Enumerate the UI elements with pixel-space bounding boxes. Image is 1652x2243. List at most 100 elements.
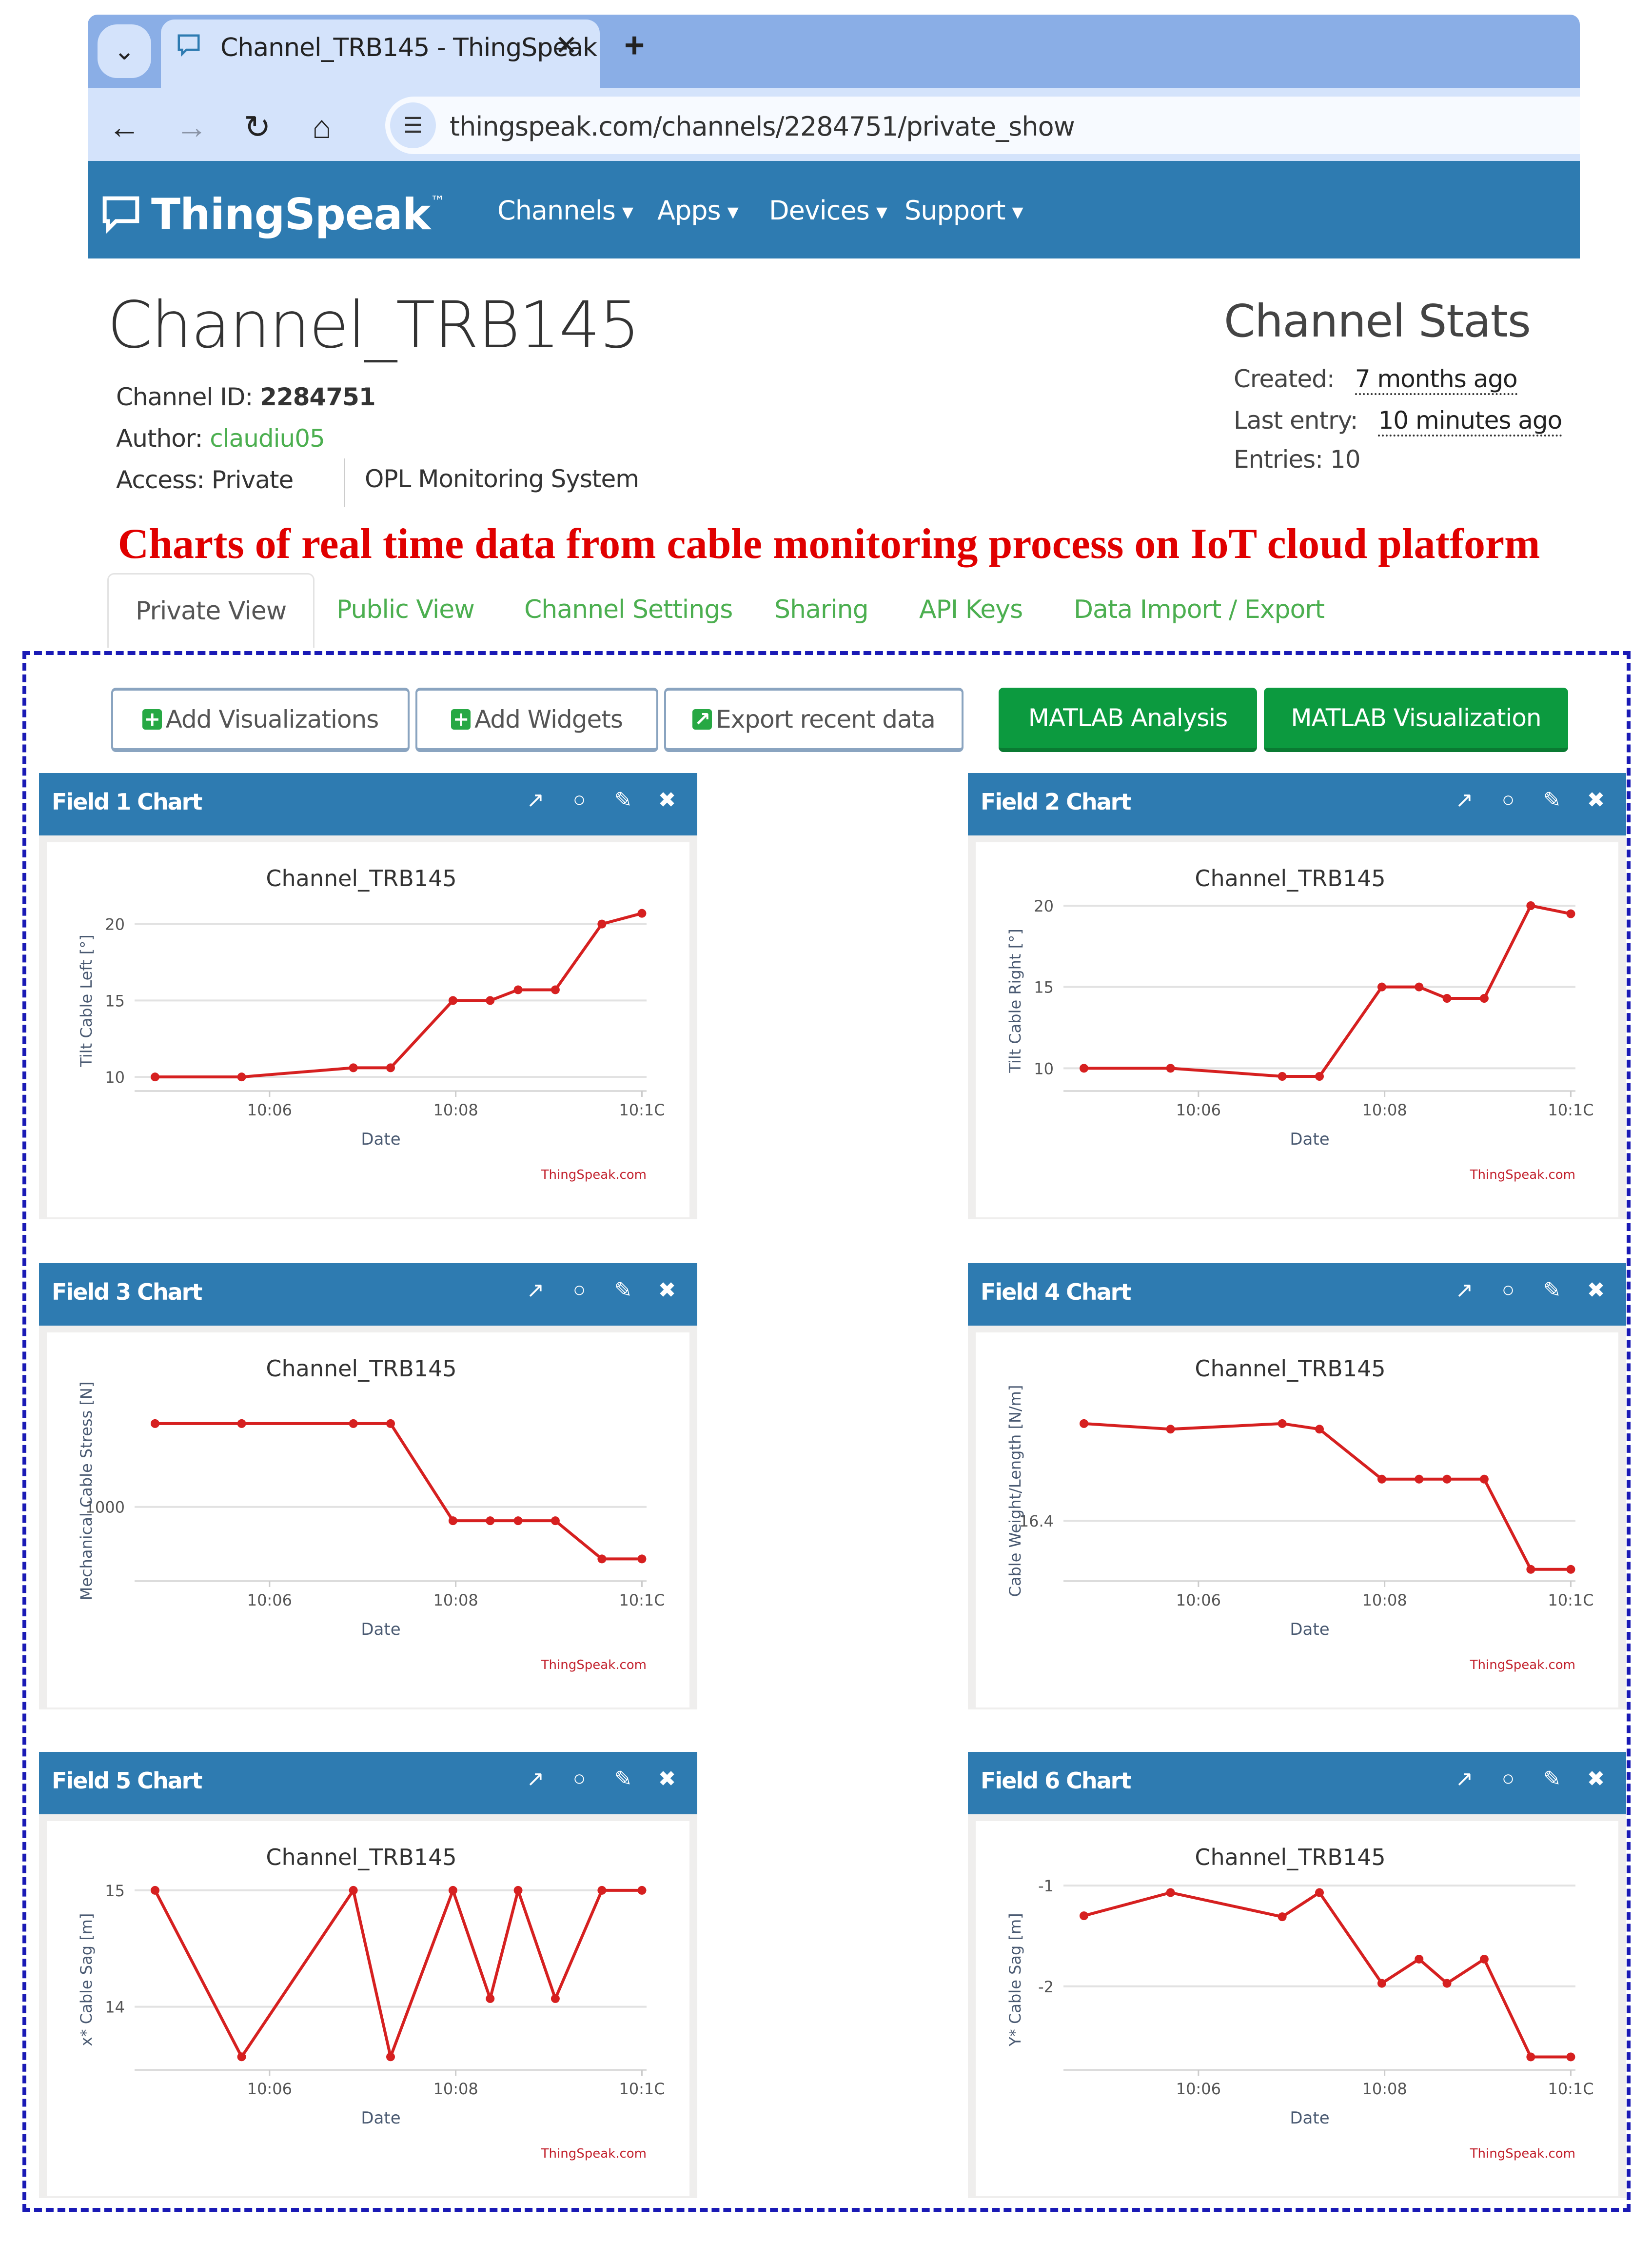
y-tick-label: 15	[105, 992, 125, 1010]
panel-header: Field 2 Chart ↗ ○ ✎ ✖	[968, 773, 1626, 835]
comment-icon[interactable]: ○	[569, 788, 590, 813]
data-point	[597, 919, 607, 929]
home-button[interactable]: ⌂	[312, 108, 332, 145]
data-point	[1278, 1072, 1287, 1081]
data-point	[386, 2052, 395, 2062]
tab-sharing[interactable]: Sharing	[774, 573, 869, 646]
comment-icon[interactable]: ○	[1497, 788, 1519, 813]
data-point	[349, 1886, 358, 1895]
matlab-visualization-button[interactable]: MATLAB Visualization	[1264, 688, 1568, 752]
site-info-button[interactable]: ☰	[390, 102, 436, 148]
close-icon[interactable]: ✕	[555, 29, 578, 61]
forward-button[interactable]: →	[176, 108, 208, 145]
line-chart: Channel_TRB145 14 15 10:06 10:08 10:1C Date x* …	[77, 1844, 665, 2161]
data-point	[1442, 994, 1452, 1003]
data-point	[551, 1994, 560, 2003]
close-icon[interactable]: ✖	[1585, 788, 1607, 813]
series-line	[154, 1888, 642, 2059]
data-point	[597, 1554, 607, 1564]
channel-stats-title: Channel Stats	[1224, 295, 1531, 347]
close-icon[interactable]: ✖	[656, 1278, 678, 1303]
author-label: Author:	[116, 424, 203, 453]
data-point	[1526, 1565, 1535, 1574]
close-icon[interactable]: ✖	[1585, 1278, 1607, 1303]
menu-label: Channels	[497, 195, 616, 226]
external-link-icon[interactable]: ↗	[1454, 788, 1475, 813]
add-visualizations-button[interactable]: + Add Visualizations	[111, 688, 410, 752]
comment-icon[interactable]: ○	[1497, 1278, 1519, 1303]
data-point	[486, 996, 495, 1005]
matlab-analysis-button[interactable]: MATLAB Analysis	[999, 688, 1257, 752]
pencil-icon[interactable]: ✎	[1541, 1767, 1563, 1791]
chart-title: Channel_TRB145	[266, 1355, 456, 1382]
external-link-icon[interactable]: ↗	[525, 1278, 546, 1303]
external-link-icon[interactable]: ↗	[1454, 1767, 1475, 1791]
menu-label: Apps	[657, 195, 721, 226]
data-point	[513, 1516, 523, 1526]
back-button[interactable]: ←	[108, 108, 140, 145]
tab-public-view[interactable]: Public View	[336, 573, 475, 646]
data-point	[486, 1994, 495, 2003]
data-point	[1166, 1425, 1175, 1434]
add-widgets-button[interactable]: + Add Widgets	[415, 688, 658, 752]
y-tick-label: 14	[105, 1998, 125, 2017]
y-axis-label: Tilt Cable Right [°]	[1006, 929, 1024, 1073]
x-tick-label: 10:08	[433, 1101, 478, 1119]
comment-icon[interactable]: ○	[569, 1767, 590, 1791]
panel-title: Field 5 Chart	[52, 1767, 202, 1794]
x-axis-label: Date	[361, 1130, 400, 1149]
close-icon[interactable]: ✖	[656, 1767, 678, 1791]
panel-actions: ↗ ○ ✎ ✖	[1454, 1278, 1607, 1303]
x-tick-label: 10:08	[1362, 2080, 1407, 2098]
tab-search-dropdown[interactable]: ⌄	[98, 24, 151, 78]
chart-panel-field-5: Field 5 Chart ↗ ○ ✎ ✖ Channel_TRB145 14 15 10:06…	[39, 1752, 697, 2198]
channel-id-label: Channel ID:	[116, 383, 253, 411]
reload-button[interactable]: ↻	[244, 108, 271, 146]
pencil-icon[interactable]: ✎	[1541, 788, 1563, 813]
external-link-icon[interactable]: ↗	[525, 1767, 546, 1791]
figure-caption: Charts of real time data from cable moni…	[118, 520, 1540, 568]
tab-private-view[interactable]: Private View	[107, 573, 315, 648]
pencil-icon[interactable]: ✎	[612, 1767, 634, 1791]
data-point	[1415, 1954, 1424, 1964]
external-link-icon[interactable]: ↗	[1454, 1278, 1475, 1303]
chart-container: Channel_TRB145 1000 10:06 10:08 10:1C Date Mec…	[47, 1332, 689, 1707]
stat-label: Entries:	[1234, 445, 1323, 474]
menu-support[interactable]: Support ▼	[905, 195, 1023, 226]
data-point	[1479, 1474, 1489, 1484]
panel-title: Field 6 Chart	[981, 1767, 1131, 1794]
comment-icon[interactable]: ○	[569, 1278, 590, 1303]
menu-apps[interactable]: Apps ▼	[657, 195, 739, 226]
tab-api-keys[interactable]: API Keys	[919, 573, 1023, 646]
tab-channel-settings[interactable]: Channel Settings	[524, 573, 733, 646]
comment-icon[interactable]: ○	[1497, 1767, 1519, 1791]
x-axis-label: Date	[361, 1620, 400, 1639]
chart-panel-field-3: Field 3 Chart ↗ ○ ✎ ✖ Channel_TRB145 1000 10:06…	[39, 1263, 697, 1709]
new-tab-button[interactable]: +	[624, 25, 645, 65]
data-point	[1415, 982, 1424, 992]
thingspeak-logo-icon	[102, 196, 139, 234]
export-recent-data-button[interactable]: ↗ Export recent data	[664, 688, 964, 752]
y-tick-label: -1	[1038, 1877, 1054, 1895]
data-point	[1315, 1425, 1324, 1434]
pencil-icon[interactable]: ✎	[1541, 1278, 1563, 1303]
data-point	[349, 1419, 358, 1428]
data-point	[1479, 994, 1489, 1003]
external-link-icon[interactable]: ↗	[525, 788, 546, 813]
pencil-icon[interactable]: ✎	[612, 788, 634, 813]
menu-channels[interactable]: Channels ▼	[497, 195, 633, 226]
tab-data-import-export[interactable]: Data Import / Export	[1074, 573, 1325, 646]
data-point	[237, 1419, 246, 1428]
author-link[interactable]: claudiu05	[210, 424, 325, 453]
page-title: Channel_TRB145	[107, 288, 640, 363]
pencil-icon[interactable]: ✎	[612, 1278, 634, 1303]
close-icon[interactable]: ✖	[656, 788, 678, 813]
data-point	[1166, 1888, 1175, 1897]
x-tick-label: 10:08	[1362, 1101, 1407, 1119]
close-icon[interactable]: ✖	[1585, 1767, 1607, 1791]
menu-devices[interactable]: Devices ▼	[769, 195, 887, 226]
data-point	[1442, 1474, 1452, 1484]
url-text[interactable]: thingspeak.com/channels/2284751/private_…	[450, 111, 1075, 142]
caret-down-icon: ▼	[1012, 203, 1023, 221]
thingspeak-logo[interactable]: ThingSpeak™	[151, 189, 445, 239]
